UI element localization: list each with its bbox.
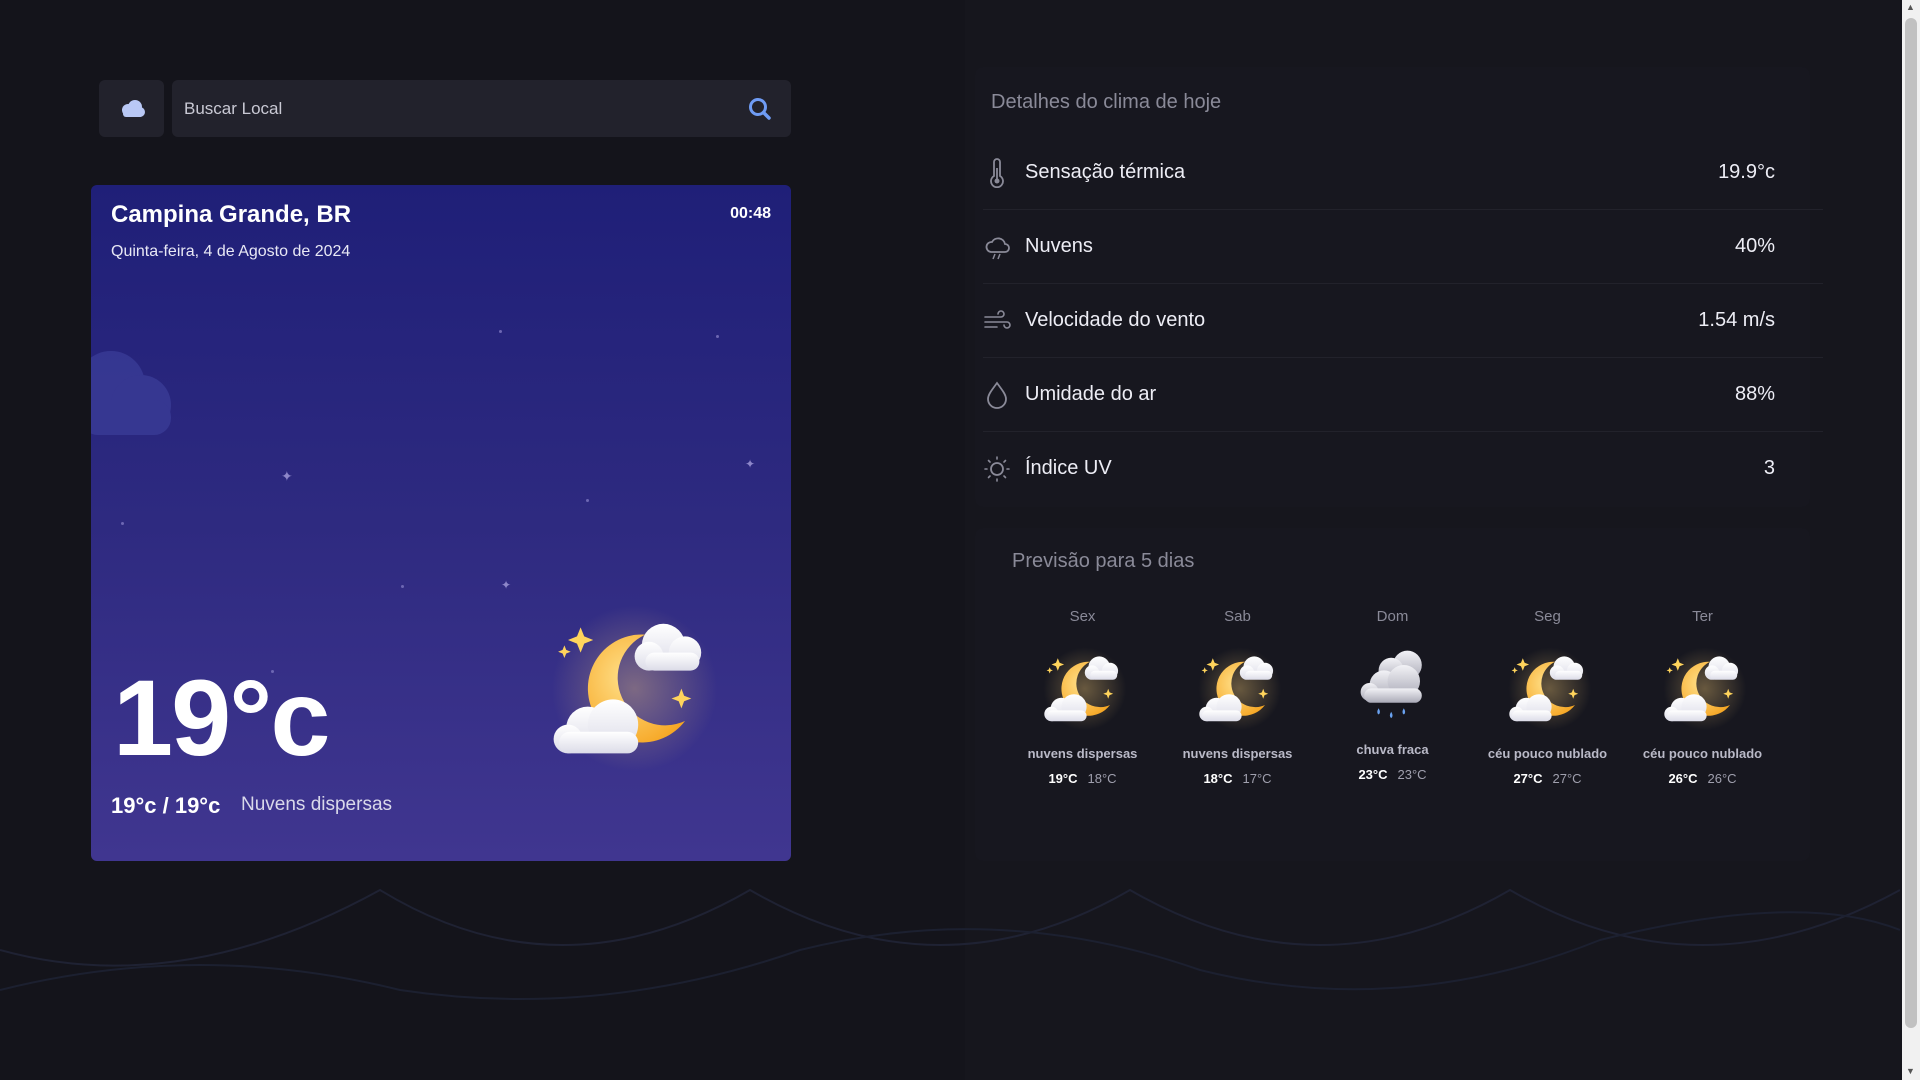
- night-cloud-moon-icon: [1193, 642, 1283, 732]
- cloud-icon: [121, 99, 145, 117]
- detail-row-clouds: Nuvens 40%: [983, 210, 1823, 284]
- search-row: [99, 80, 791, 137]
- detail-row-humidity: Umidade do ar 88%: [983, 358, 1823, 432]
- current-date: Quinta-feira, 4 de Agosto de 2024: [111, 243, 351, 260]
- detail-label: Sensação térmica: [1025, 161, 1186, 183]
- forecast-description: nuvens dispersas: [1027, 746, 1138, 761]
- cloud-icon: [985, 237, 1010, 259]
- current-weather-card: ✦ ✦ ✦ Campina Grande, BR 00:48 Quinta-fe…: [91, 185, 791, 861]
- scroll-up-arrow-icon[interactable]: ▲: [1906, 2, 1915, 12]
- detail-row-wind: Velocidade do vento 1.54 m/s: [983, 284, 1823, 358]
- night-cloud-moon-icon: [1503, 642, 1593, 732]
- detail-value: 40%: [1734, 235, 1775, 257]
- forecast-description: chuva fraca: [1356, 742, 1429, 757]
- forecast-day: Sex nuvens dispersas 19°C 18°C: [1005, 608, 1160, 786]
- forecast-min: 18°C: [1087, 771, 1117, 786]
- detail-value: 1.54 m/s: [1698, 309, 1775, 331]
- forecast-max: 27°C: [1513, 771, 1543, 786]
- search-icon[interactable]: [747, 96, 773, 122]
- star-dot: [499, 330, 502, 333]
- search-input[interactable]: [172, 80, 791, 137]
- forecast-day-name: Dom: [1376, 608, 1409, 625]
- star-icon: ✦: [501, 578, 512, 592]
- min-max-temperature: 19°c / 19°c: [111, 793, 221, 818]
- star-icon: ✦: [745, 457, 756, 471]
- detail-label: Umidade do ar: [1025, 383, 1157, 405]
- weather-description: Nuvens dispersas: [241, 794, 393, 815]
- vertical-scrollbar[interactable]: ▲ ▼: [1902, 0, 1920, 1080]
- detail-row-uv-index: Índice UV 3: [983, 432, 1823, 505]
- forecast-min: 26°C: [1707, 771, 1737, 786]
- forecast-day-name: Sex: [1069, 608, 1096, 625]
- rain-cloud-icon: [1348, 638, 1438, 728]
- details-title: Detalhes do clima de hoje: [991, 91, 1222, 113]
- night-cloud-moon-icon: [531, 595, 731, 775]
- detail-row-feels-like: Sensação térmica 19.9°c: [983, 136, 1823, 210]
- forecast-day-name: Seg: [1534, 608, 1561, 625]
- city-name: Campina Grande, BR: [111, 201, 352, 228]
- background-waves: [0, 888, 1900, 1000]
- scroll-down-arrow-icon[interactable]: ▼: [1906, 1066, 1915, 1076]
- forecast-day-name: Sab: [1224, 608, 1251, 625]
- scrollbar-thumb[interactable]: [1905, 18, 1917, 1028]
- background-cloud-icon: [91, 351, 171, 435]
- wind-icon: [984, 309, 1011, 329]
- forecast-max: 26°C: [1668, 771, 1698, 786]
- detail-label: Índice UV: [1025, 457, 1112, 479]
- forecast-description: céu pouco nublado: [1487, 746, 1608, 761]
- forecast-max: 18°C: [1203, 771, 1233, 786]
- thermometer-icon: [990, 157, 1004, 188]
- detail-value: 3: [1763, 457, 1775, 479]
- current-temperature: 19°c: [113, 657, 330, 778]
- detail-label: Nuvens: [1025, 235, 1093, 257]
- night-cloud-moon-icon: [1658, 642, 1748, 732]
- star-icon: ✦: [281, 468, 293, 484]
- forecast-day: Sab nuvens dispersas 18°C 17°C: [1160, 608, 1315, 786]
- forecast-description: nuvens dispersas: [1182, 746, 1293, 761]
- forecast-min: 23°C: [1397, 767, 1427, 782]
- star-dot: [121, 522, 124, 525]
- detail-value: 88%: [1734, 383, 1775, 405]
- today-details-panel: Detalhes do clima de hoje Sensação térmi…: [975, 67, 1823, 507]
- forecast-day-name: Ter: [1692, 608, 1713, 625]
- forecast-min: 17°C: [1242, 771, 1272, 786]
- forecast-title: Previsão para 5 dias: [1012, 550, 1195, 572]
- forecast-day: Seg céu pouco nublado 27°C 27°C: [1470, 608, 1625, 786]
- forecast-description: céu pouco nublado: [1642, 746, 1763, 761]
- cloud-logo-button[interactable]: [99, 80, 164, 137]
- star-dot: [401, 585, 404, 588]
- forecast-day: Ter céu pouco nublado 26°C 26°C: [1625, 608, 1780, 786]
- star-dot: [586, 499, 589, 502]
- forecast-max: 19°C: [1048, 771, 1078, 786]
- detail-label: Velocidade do vento: [1025, 309, 1206, 331]
- night-cloud-moon-icon: [1038, 642, 1128, 732]
- detail-value: 19.9°c: [1718, 161, 1775, 183]
- current-time: 00:48: [730, 205, 771, 222]
- forecast-max: 23°C: [1358, 767, 1388, 782]
- five-day-forecast-panel: Previsão para 5 dias Sex nuvens dispersa…: [975, 528, 1810, 861]
- search-box: [172, 80, 791, 137]
- droplet-icon: [987, 380, 1007, 409]
- sun-icon: [984, 455, 1010, 482]
- forecast-day: Dom chuva fraca 23°C 23°C: [1315, 608, 1470, 782]
- star-dot: [716, 335, 719, 338]
- forecast-min: 27°C: [1552, 771, 1582, 786]
